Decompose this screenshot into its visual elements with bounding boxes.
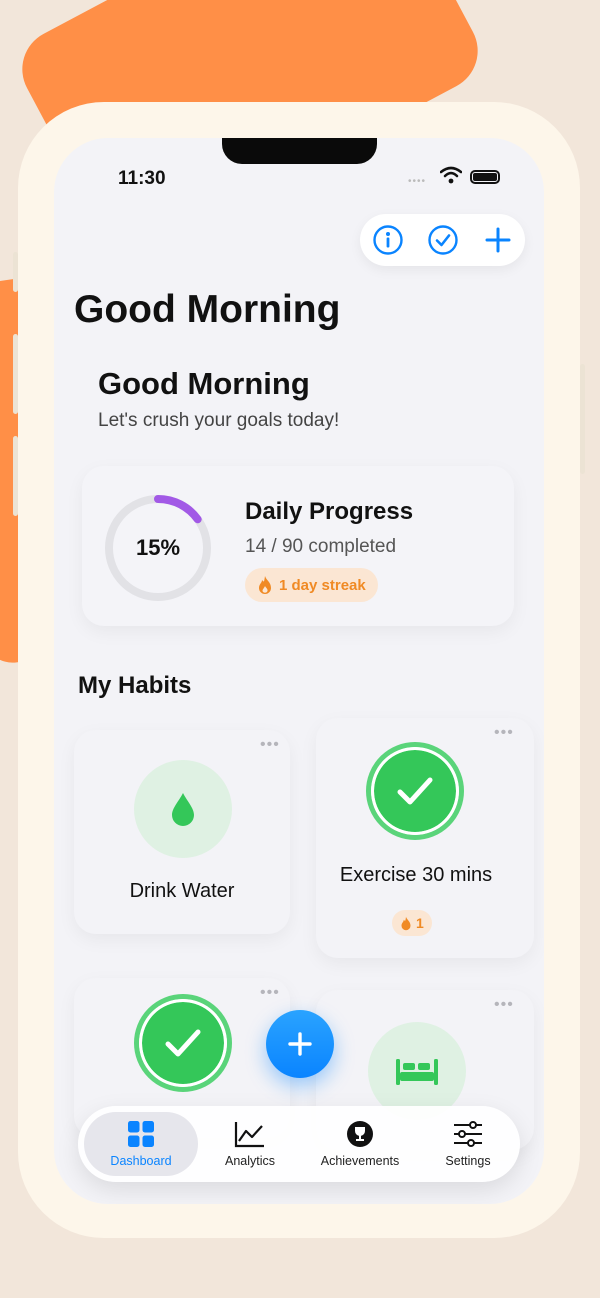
progress-completed-count: 14 / 90 completed xyxy=(245,536,397,557)
side-button xyxy=(13,334,18,414)
streak-badge: 1 day streak xyxy=(245,568,378,602)
flame-icon xyxy=(259,576,271,594)
more-options-icon[interactable]: ••• xyxy=(494,996,514,1014)
section-title-my-habits: My Habits xyxy=(78,672,192,699)
top-toolbar xyxy=(360,214,525,266)
more-options-icon[interactable]: ••• xyxy=(494,724,514,742)
status-time: 11:30 xyxy=(118,168,166,189)
phone-frame: 11:30 •••• Good Morning Good Morning Let… xyxy=(13,102,585,1238)
signal-icon: •••• xyxy=(408,176,427,187)
trophy-icon xyxy=(347,1121,373,1147)
tab-label: Dashboard xyxy=(110,1154,172,1168)
tab-dashboard[interactable]: Dashboard xyxy=(84,1112,198,1176)
side-button xyxy=(13,436,18,516)
grid-icon xyxy=(128,1121,154,1147)
habit-card-drink-water[interactable]: ••• Drink Water xyxy=(74,730,290,934)
habit-streak-count: 1 xyxy=(416,915,424,931)
battery-icon xyxy=(470,170,500,184)
page-title: Good Morning xyxy=(74,288,341,331)
flame-icon xyxy=(401,916,411,930)
tab-settings[interactable]: Settings xyxy=(424,1112,512,1176)
sliders-icon xyxy=(454,1121,482,1147)
habit-toggle[interactable] xyxy=(134,994,232,1092)
app-screen: 11:30 •••• Good Morning Good Morning Let… xyxy=(54,138,544,1204)
habit-name: Drink Water xyxy=(129,880,235,902)
info-icon[interactable] xyxy=(372,224,404,256)
side-button xyxy=(13,252,18,292)
daily-progress-card[interactable]: 15% Daily Progress 14 / 90 completed 1 d… xyxy=(82,466,514,626)
tab-label: Achievements xyxy=(320,1154,400,1168)
more-options-icon[interactable]: ••• xyxy=(260,984,280,1002)
water-drop-icon xyxy=(172,793,194,826)
habit-toggle[interactable] xyxy=(366,742,464,840)
bed-icon xyxy=(396,1059,438,1085)
add-habit-button[interactable] xyxy=(266,1010,334,1078)
greeting-subtitle: Let's crush your goals today! xyxy=(98,410,340,431)
greeting-title: Good Morning xyxy=(98,366,310,401)
tab-analytics[interactable]: Analytics xyxy=(200,1112,300,1176)
plus-icon[interactable] xyxy=(482,224,514,256)
habit-streak-badge: 1 xyxy=(392,910,432,936)
tab-bar: Dashboard Analytics Achievements Setting… xyxy=(78,1106,520,1182)
checkmark-icon xyxy=(397,777,433,805)
habit-name: Exercise 30 mins xyxy=(339,864,493,886)
tab-label: Analytics xyxy=(224,1154,276,1168)
tab-label: Settings xyxy=(445,1154,491,1168)
line-chart-icon xyxy=(234,1122,264,1148)
dynamic-island xyxy=(222,138,377,164)
plus-icon xyxy=(288,1032,312,1056)
tab-achievements[interactable]: Achievements xyxy=(300,1112,420,1176)
streak-text: 1 day streak xyxy=(279,576,366,594)
checkmark-circle-icon[interactable] xyxy=(427,224,459,256)
progress-percent: 15% xyxy=(135,535,181,560)
more-options-icon[interactable]: ••• xyxy=(260,736,280,754)
progress-title: Daily Progress xyxy=(245,498,414,525)
habit-card-exercise[interactable]: ••• Exercise 30 mins 1 xyxy=(316,718,534,958)
wifi-icon xyxy=(440,166,462,184)
checkmark-icon xyxy=(165,1029,201,1057)
habit-toggle[interactable] xyxy=(134,760,232,858)
side-button xyxy=(580,364,585,474)
